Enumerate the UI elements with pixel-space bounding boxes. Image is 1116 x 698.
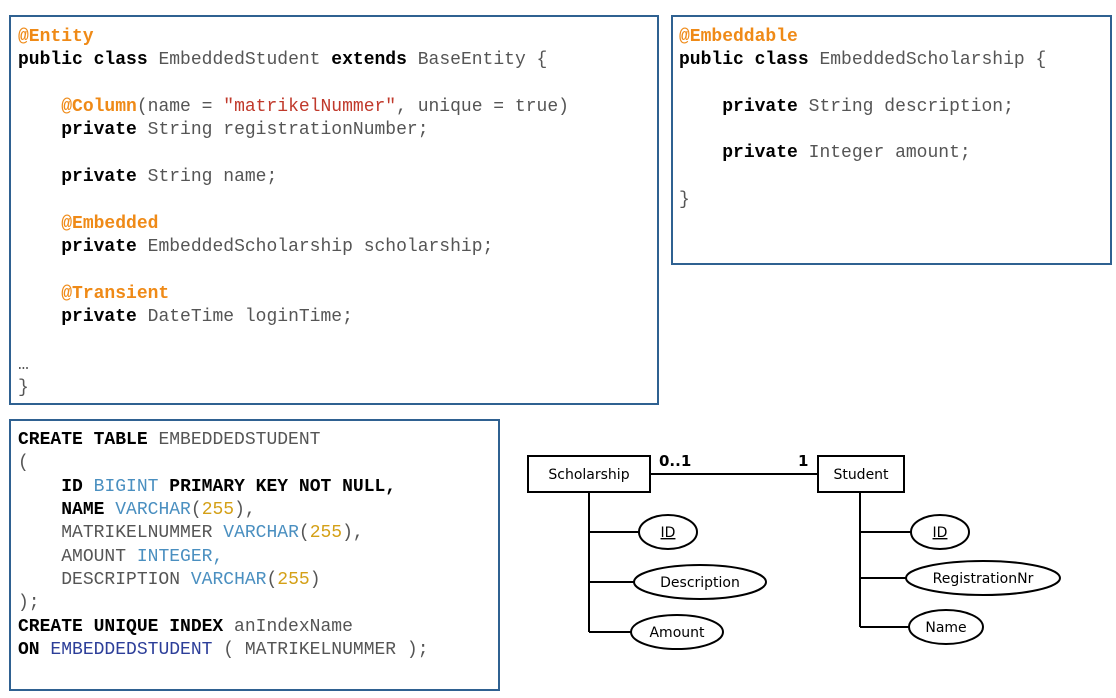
attr-label: Description [660,575,740,591]
scholarship-entity-label: Scholarship [548,467,629,483]
attr-label: Amount [649,625,705,641]
attr-label: ID [661,525,676,541]
attr-label: Name [925,620,966,636]
student-entity-label: Student [833,467,889,483]
cardinality-scholarship: 0..1 [659,452,691,470]
cardinality-student: 1 [798,452,808,470]
er-diagram: Scholarship Student 0..1 1 ID Descriptio… [527,452,1061,650]
attr-label: RegistrationNr [933,571,1034,587]
attr-label: ID [933,525,948,541]
